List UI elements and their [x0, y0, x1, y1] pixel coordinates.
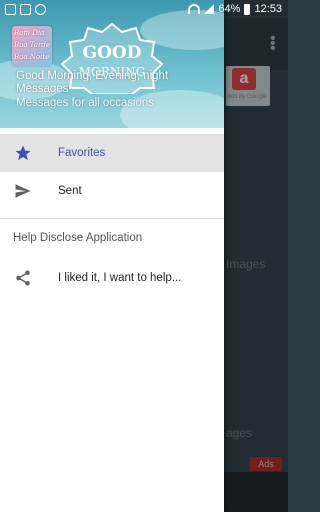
- section-header: Help Disclose Application: [0, 219, 224, 257]
- send-icon: [15, 184, 31, 198]
- avatar-text: Boa Noite: [14, 53, 50, 61]
- avatar-text: Bom Dia: [14, 29, 45, 37]
- avatar-text: Boa Tarde: [14, 41, 51, 49]
- image-icon: [20, 4, 31, 15]
- clock: 12:53: [254, 3, 282, 15]
- menu-item-label: Favorites: [58, 147, 106, 159]
- notification-icon: [5, 4, 16, 15]
- badge-line-1: GOOD: [83, 43, 142, 63]
- menu-item-label: I liked it, I want to help...: [58, 272, 182, 284]
- status-bar: 64% 12:53: [0, 0, 288, 20]
- signal-icon: [204, 4, 215, 14]
- share-icon: [16, 270, 30, 286]
- menu-item-favorites[interactable]: Favorites: [0, 134, 224, 172]
- menu-item-label: Sent: [58, 185, 82, 197]
- sync-icon: [35, 4, 46, 15]
- wifi-icon: [188, 4, 201, 14]
- star-icon: [15, 145, 31, 161]
- battery-icon: [244, 3, 251, 15]
- header-subtitle: Messages for all occasions: [16, 97, 155, 109]
- battery-percent: 64%: [218, 3, 241, 15]
- menu-item-sent[interactable]: Sent: [0, 172, 224, 210]
- section-title: Help Disclose Application: [13, 232, 143, 244]
- header-title: Good Morning, Evening, night Messages: [16, 70, 169, 95]
- menu-item-share[interactable]: I liked it, I want to help...: [0, 257, 224, 299]
- drawer-menu: Favorites Sent Help Disclose Application…: [0, 128, 224, 299]
- navigation-drawer: GOOD MORNING Bom Dia Boa Tarde Boa Noite…: [0, 0, 224, 512]
- app-avatar: Bom Dia Boa Tarde Boa Noite: [12, 26, 52, 66]
